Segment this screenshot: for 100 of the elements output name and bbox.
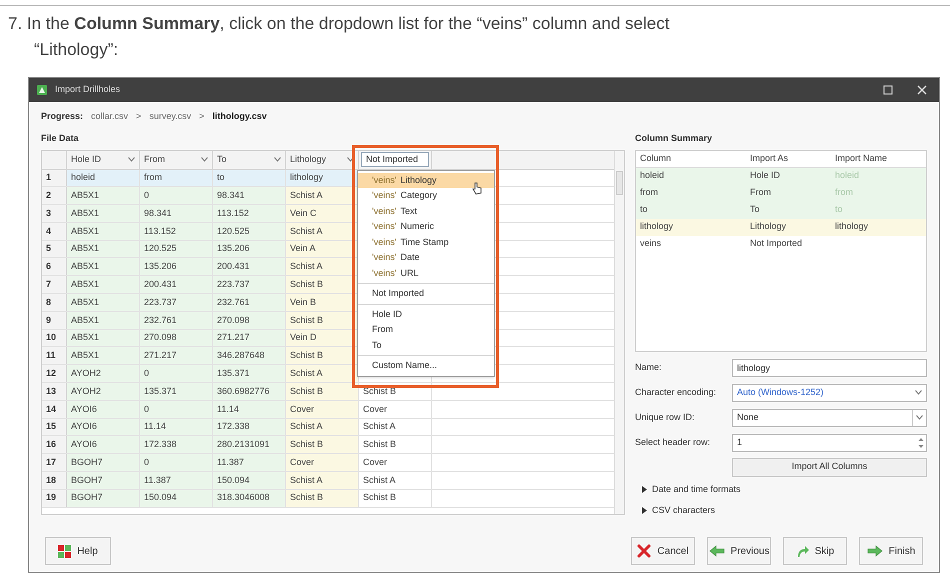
row-number: 13 [42,383,67,400]
table-cell-text: AB5X1 [71,224,100,238]
column-header: Column [639,152,672,165]
table-cell-text: 270.098 [144,331,177,344]
menu-item[interactable]: Not Imported [358,286,494,302]
table-cell-text: 172.338 [217,420,250,434]
table-cell-text: Schist B [290,438,324,452]
field-label: Select header row: [635,436,712,449]
row-number: 11 [42,347,67,364]
column-header: Import Name [834,152,888,165]
table-cell-text: 346.287648 [217,349,265,362]
menu-item[interactable]: 'veins' Date [358,250,494,266]
table-cell-text: 0 [144,402,150,416]
menu-item[interactable]: 'veins' Time Stamp [358,234,494,250]
row-number: 7 [42,276,67,294]
table-cell-text: Vein D [290,331,317,344]
dialog-button[interactable]: Help [45,537,111,565]
right-arrow-icon [866,545,883,557]
cross-icon [637,544,652,558]
table-cell-text: 11.14 [217,402,239,416]
table-cell-text: 223.737 [144,296,177,309]
table-cell-text: 200.431 [217,260,250,274]
header-row-spinner[interactable]: 1 [732,434,927,452]
sort-caret-icon [347,157,354,162]
menu-item[interactable]: 'veins' Text [358,204,494,219]
row-id-dropdown[interactable]: None [732,408,927,426]
table-cell-text: AB5X1 [71,260,100,274]
caret-icon [915,390,922,395]
expander[interactable]: CSV characters [635,502,927,518]
column-header[interactable]: Hole ID [67,150,140,168]
table-cell-text: Schist A [290,366,323,380]
table-cell-text: 150.094 [144,491,177,504]
step-separator: > [136,110,142,124]
menu-item[interactable]: 'veins' Lithology [358,172,494,188]
menu-item[interactable]: 'veins' Category [358,188,494,204]
menu-item[interactable]: From [358,322,494,338]
progress-step: collar.csv [91,110,128,124]
maximize-icon[interactable] [883,85,893,95]
table-cell-text: BGOH7 [71,456,103,469]
dialog-button[interactable]: Skip [783,537,847,565]
column-header[interactable]: Lithology [286,150,359,168]
spinner-arrows-icon [918,436,924,448]
summary-row[interactable]: to To to [636,202,926,218]
table-cell-text: 120.525 [217,224,250,238]
table-cell-text: Schist B [290,491,324,504]
dialog-button[interactable]: Finish [859,537,923,565]
menu-item[interactable]: To [358,338,494,353]
table-cell-text: AB5X1 [71,188,100,202]
table-cell-text: 232.761 [144,314,177,327]
sort-caret-icon [274,157,281,162]
row-number: 16 [42,436,67,454]
encoding-dropdown[interactable]: Auto (Windows-1252) [732,384,927,402]
sort-caret-icon [128,157,135,162]
summary-row[interactable]: lithology Lithology lithology [636,218,926,236]
help-icon [58,544,72,558]
window-title: Import Drillholes [55,83,120,96]
menu-item[interactable]: 'veins' Numeric [358,219,494,234]
table-cell-text: 98.341 [144,206,172,220]
table-cell-text: Schist A [363,420,396,434]
table-cell-text: Schist A [290,260,323,274]
row-number: 5 [42,240,67,258]
menu-item[interactable]: 'veins' URL [358,266,494,281]
row-number: 1 [42,170,67,186]
column-header[interactable]: From [140,150,213,168]
summary-row[interactable]: from From from [636,184,926,202]
table-cell-text: 172.338 [144,438,177,452]
table-cell-text: lithology [290,171,324,184]
cursor-icon [472,182,482,194]
table-cell-text: Schist A [290,188,323,202]
sort-caret-icon [201,157,208,162]
table-cell-text: Schist B [290,384,324,398]
dialog-button[interactable]: Cancel [631,537,695,565]
table-cell-text: Cover [290,402,314,416]
menu-item[interactable]: Custom Name... [358,358,494,374]
table-cell-text: Schist B [363,384,396,398]
row-number: 15 [42,418,67,436]
close-icon[interactable] [917,85,927,95]
table-cell-text: 0 [144,456,150,469]
table-cell-text: 135.206 [217,242,250,256]
menu-item[interactable]: Hole ID [358,306,494,322]
table-cell-text: 113.152 [144,224,176,238]
table-cell-text: AB5X1 [71,314,100,327]
table-cell-text: Schist B [363,438,396,452]
summary-row[interactable]: holeid Hole ID holeid [636,168,926,184]
table-cell-text: 318.3046008 [217,491,270,504]
row-number: 17 [42,454,67,472]
table-cell-text: Schist B [290,278,324,291]
dialog-button[interactable]: Previous [707,537,771,565]
table-cell-text: AYOI6 [71,402,97,416]
caret-icon [916,415,923,420]
name-field[interactable]: lithology [732,358,927,376]
expander[interactable]: Date and time formats [635,482,927,498]
row-number: 14 [42,400,67,418]
table-cell-text: 0 [144,188,150,202]
import-all-button[interactable]: Import All Columns [732,458,927,476]
table-cell-text: Vein A [290,242,316,256]
table-cell-text: AB5X1 [71,349,100,362]
column-header[interactable]: To [213,150,286,168]
progress-step: lithology.csv [212,110,267,124]
import-type-dropdown[interactable]: Not Imported [361,152,429,167]
